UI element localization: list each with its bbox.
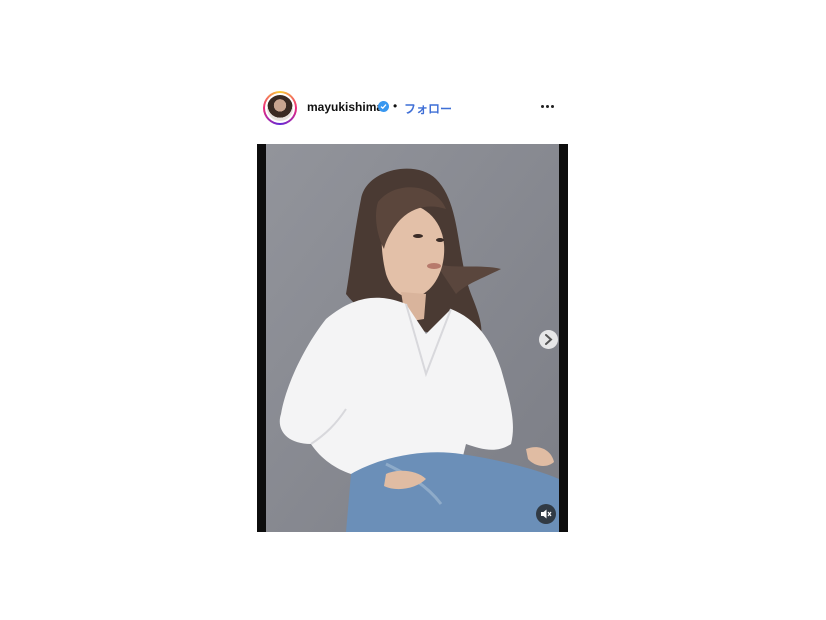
post-header: mayukishima • フォロー [257, 88, 568, 144]
separator-dot: • [393, 99, 398, 113]
story-ring[interactable] [263, 91, 297, 125]
username[interactable]: mayukishima [307, 100, 383, 114]
next-slide-button[interactable] [539, 330, 558, 349]
post-media [257, 144, 568, 532]
verified-badge-icon [378, 101, 389, 112]
more-options-icon[interactable] [539, 98, 557, 114]
portrait-illustration [266, 144, 559, 532]
instagram-post: mayukishima • フォロー [257, 88, 568, 532]
mute-button[interactable] [536, 504, 556, 524]
avatar[interactable] [267, 95, 293, 121]
follow-button[interactable]: フォロー [404, 100, 452, 117]
chevron-right-icon [545, 334, 553, 345]
post-photo[interactable] [266, 144, 559, 532]
speaker-muted-icon [541, 509, 552, 519]
